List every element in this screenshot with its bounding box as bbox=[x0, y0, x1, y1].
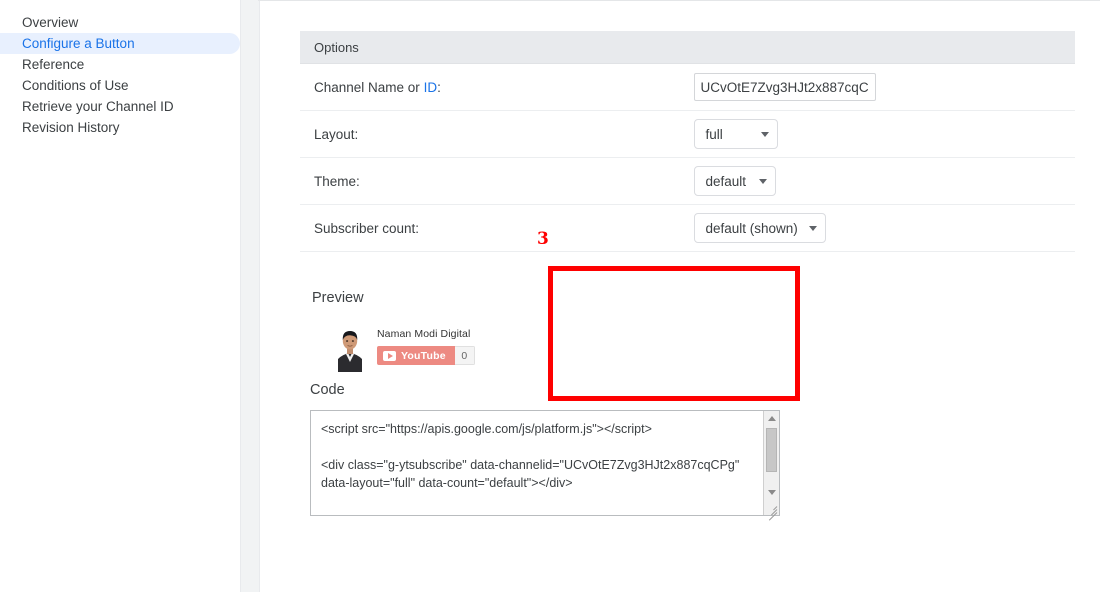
table-row-subscriber-count: Subscriber count: default (shown) bbox=[300, 204, 1075, 252]
channel-name-or-id-input[interactable] bbox=[693, 73, 876, 101]
preview-section: Preview Naman Modi Digital YouTube 0 bbox=[300, 264, 1070, 374]
avatar bbox=[334, 326, 366, 372]
scrollbar-track[interactable] bbox=[764, 426, 779, 485]
sidebar-item-label: Reference bbox=[22, 57, 85, 72]
chevron-down-icon bbox=[758, 178, 767, 184]
subscribe-widget-body: Naman Modi Digital YouTube 0 bbox=[377, 326, 475, 365]
chevron-down-icon bbox=[808, 225, 817, 231]
table-row-theme: Theme: default bbox=[300, 157, 1075, 205]
sidebar-item-retrieve-your-channel-id[interactable]: Retrieve your Channel ID bbox=[0, 96, 240, 117]
page-root: Overview Configure a Button Reference Co… bbox=[0, 0, 1100, 592]
subscriber-count-select-value: default (shown) bbox=[705, 220, 798, 236]
scrollbar-thumb[interactable] bbox=[766, 428, 777, 472]
row-label-theme: Theme: bbox=[300, 157, 688, 205]
subscribe-widget-preview: Naman Modi Digital YouTube 0 bbox=[312, 326, 1070, 372]
row-label-channel-name: Channel Name or ID: bbox=[300, 63, 688, 111]
sidebar-item-reference[interactable]: Reference bbox=[0, 54, 240, 75]
code-snippet-textarea[interactable]: <script src="https://apis.google.com/js/… bbox=[311, 411, 749, 515]
code-textarea-wrapper: <script src="https://apis.google.com/js/… bbox=[310, 410, 780, 521]
options-table: Options Channel Name or ID: Layout: bbox=[300, 31, 1075, 252]
sidebar-item-configure-a-button[interactable]: Configure a Button bbox=[0, 33, 240, 54]
subscriber-count-select[interactable]: default (shown) bbox=[693, 213, 826, 243]
sidebar-item-label: Retrieve your Channel ID bbox=[22, 99, 174, 114]
textarea-resize-handle[interactable] bbox=[765, 501, 778, 521]
row-field-channel-name bbox=[687, 63, 1075, 111]
scroll-up-arrow-icon[interactable] bbox=[764, 411, 779, 426]
layout-select-value: full bbox=[705, 126, 723, 142]
subscribe-button-label: YouTube bbox=[401, 349, 446, 362]
row-label-text: Channel Name or bbox=[314, 79, 424, 95]
sidebar-item-label: Overview bbox=[22, 15, 79, 30]
options-header-label: Options bbox=[300, 31, 1075, 64]
theme-select-value: default bbox=[705, 173, 747, 189]
row-label-layout: Layout: bbox=[300, 110, 688, 158]
sidebar-nav: Overview Configure a Button Reference Co… bbox=[0, 0, 240, 592]
layout-select[interactable]: full bbox=[693, 119, 778, 149]
row-field-subscriber-count: default (shown) bbox=[687, 204, 1075, 252]
main-content: Options Channel Name or ID: Layout: bbox=[260, 0, 1100, 592]
content-scroll-rail[interactable] bbox=[240, 0, 260, 592]
code-heading: Code bbox=[310, 382, 345, 398]
table-row-layout: Layout: full bbox=[300, 110, 1075, 158]
sidebar-item-label: Configure a Button bbox=[22, 36, 135, 51]
options-table-header-row: Options bbox=[300, 31, 1075, 64]
subscriber-count-badge: 0 bbox=[454, 346, 475, 365]
sidebar-item-overview[interactable]: Overview bbox=[0, 12, 240, 33]
scroll-down-arrow-icon[interactable] bbox=[764, 485, 779, 500]
table-row-channel-name: Channel Name or ID: bbox=[300, 63, 1075, 111]
channel-id-help-link[interactable]: ID bbox=[424, 80, 438, 95]
sidebar-item-label: Revision History bbox=[22, 120, 120, 135]
sidebar-item-revision-history[interactable]: Revision History bbox=[0, 117, 240, 138]
code-section: Code <script src="https://apis.google.co… bbox=[300, 382, 1070, 521]
preview-heading: Preview bbox=[312, 290, 364, 306]
youtube-subscribe-button[interactable]: YouTube 0 bbox=[377, 346, 475, 365]
annotation-step-number: 3 bbox=[537, 229, 549, 249]
row-field-layout: full bbox=[687, 110, 1075, 158]
sidebar-item-label: Conditions of Use bbox=[22, 78, 129, 93]
subscribe-button-main[interactable]: YouTube bbox=[377, 346, 455, 365]
code-textarea-scrollbar[interactable] bbox=[763, 411, 779, 515]
youtube-play-icon bbox=[383, 350, 396, 361]
row-label-subscriber-count: Subscriber count: bbox=[300, 204, 688, 252]
sidebar-item-conditions-of-use[interactable]: Conditions of Use bbox=[0, 75, 240, 96]
row-label-colon: : bbox=[437, 79, 441, 95]
row-field-theme: default bbox=[687, 157, 1075, 205]
channel-name-label: Naman Modi Digital bbox=[377, 328, 471, 340]
theme-select[interactable]: default bbox=[693, 166, 776, 196]
chevron-down-icon bbox=[760, 131, 769, 137]
top-divider bbox=[258, 0, 1100, 1]
